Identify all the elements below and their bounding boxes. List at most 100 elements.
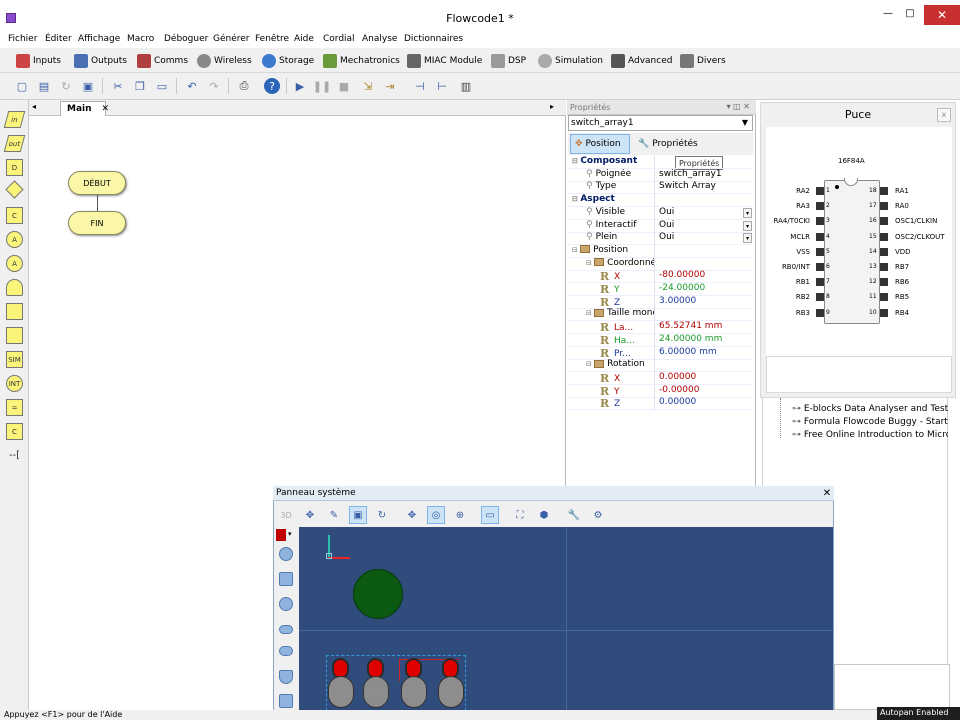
property-value[interactable]: 65.52741 mm (654, 321, 753, 334)
pin[interactable] (816, 202, 824, 211)
decision-icon[interactable] (5, 180, 24, 199)
inputs-button[interactable]: Inputs (16, 51, 61, 70)
color-swatch[interactable] (276, 529, 286, 541)
property-value[interactable]: switch_array1 (654, 168, 753, 181)
minimize-button[interactable]: — (878, 7, 898, 21)
menu-affichage[interactable]: Affichage (78, 34, 120, 44)
pen-icon[interactable]: ✎ (325, 506, 343, 524)
pin[interactable] (816, 293, 824, 302)
3d-toggle-button[interactable]: 3D (277, 506, 295, 524)
paste-icon[interactable]: ▭ (154, 78, 170, 94)
outputs-button[interactable]: Outputs (74, 51, 127, 70)
orbit-icon[interactable]: ◎ (427, 506, 445, 524)
pin[interactable] (816, 232, 824, 241)
sphere-3d-icon[interactable] (279, 547, 293, 561)
pin[interactable] (880, 278, 888, 287)
end-block[interactable]: FIN (68, 211, 126, 235)
switch-2[interactable] (400, 658, 428, 710)
switch-3[interactable] (437, 658, 465, 710)
print-icon[interactable]: ⎙ (236, 78, 252, 94)
storage-button[interactable]: Storage (262, 51, 314, 70)
mechatronics-button[interactable]: Mechatronics (323, 51, 400, 70)
new-file-icon[interactable]: ▢ (14, 78, 30, 94)
help-icon[interactable]: ? (264, 78, 280, 94)
switch-1[interactable] (362, 658, 390, 710)
divers-button[interactable]: Divers (680, 51, 726, 70)
program-chip-icon[interactable]: ▥ (458, 78, 474, 94)
property-value[interactable]: 3.00000 (654, 295, 753, 308)
start-block[interactable]: DÉBUT (68, 171, 126, 195)
property-value[interactable]: -0.00000 (654, 384, 753, 397)
input-icon[interactable]: in (3, 111, 26, 128)
menu-deboguer[interactable]: Déboguer (164, 34, 208, 44)
pin[interactable] (816, 217, 824, 226)
property-row[interactable]: ⊟ Position (568, 244, 753, 258)
save-icon[interactable]: ▣ (80, 78, 96, 94)
pan-icon[interactable]: ✥ (403, 506, 421, 524)
close-button[interactable]: ✕ (924, 5, 960, 25)
property-value[interactable]: Oui ▾ (654, 206, 753, 219)
stop-icon[interactable]: ■ (336, 78, 352, 94)
property-row[interactable]: ⊟ Rotation (568, 359, 753, 373)
pin[interactable] (880, 293, 888, 302)
calculation-icon[interactable]: = (6, 399, 23, 416)
copy-icon[interactable]: ❐ (132, 78, 148, 94)
property-value[interactable]: 0.00000 (654, 397, 753, 410)
property-row[interactable]: ⚲ Interactif Oui ▾ (568, 219, 753, 233)
chevron-down-icon[interactable]: ▾ (743, 207, 752, 218)
wireless-button[interactable]: Wireless (197, 51, 252, 70)
property-value[interactable]: -80.00000 (654, 270, 753, 283)
step-into-icon[interactable]: ⇲ (360, 78, 376, 94)
property-row[interactable]: ⊟ Aspect (568, 194, 753, 208)
pin[interactable] (816, 263, 824, 271)
expander-icon[interactable]: ⊟ (586, 360, 594, 368)
dsp-button[interactable]: DSP (491, 51, 526, 70)
undo-icon[interactable]: ↶ (184, 78, 200, 94)
pin[interactable] (816, 278, 824, 287)
advanced-button[interactable]: Advanced (611, 51, 672, 70)
cone-icon[interactable] (279, 670, 293, 684)
property-value[interactable]: Oui ▾ (654, 219, 753, 232)
list-item-link-2[interactable]: ⊶ Free Online Introduction to Microc (792, 430, 948, 440)
cut-icon[interactable]: ✂ (110, 78, 126, 94)
property-value[interactable]: -24.00000 (654, 283, 753, 295)
settings-icon[interactable]: ⚙ (589, 506, 607, 524)
menu-fichier[interactable]: Fichier (8, 34, 37, 44)
property-row[interactable]: R Ha... 24.00000 mm (568, 333, 753, 347)
property-row[interactable]: R X -80.00000 (568, 270, 753, 284)
property-row[interactable]: R X 0.00000 (568, 371, 753, 385)
property-value[interactable]: 24.00000 mm (654, 333, 753, 346)
redo-icon[interactable]: ↷ (206, 78, 222, 94)
property-row[interactable]: R Z 0.00000 (568, 397, 753, 411)
disc-icon[interactable] (279, 625, 293, 634)
loop-icon[interactable] (6, 327, 23, 344)
property-row[interactable]: ⚲ Plein Oui ▾ (568, 232, 753, 246)
expander-icon[interactable]: ⊟ (586, 259, 594, 267)
rotate-icon[interactable]: ↻ (373, 506, 391, 524)
property-row[interactable]: ⊟ Composant (568, 156, 753, 169)
menu-dictionnaires[interactable]: Dictionnaires (404, 34, 463, 44)
move-icon[interactable]: ✥ (301, 506, 319, 524)
menu-aide[interactable]: Aide (294, 34, 314, 44)
select-icon[interactable]: ▣ (349, 506, 367, 524)
menu-fenetre[interactable]: Fenêtre (255, 34, 289, 44)
tab-close-icon[interactable]: ✕ (102, 104, 110, 114)
pin[interactable] (816, 247, 824, 256)
system-panel-close-icon[interactable]: ✕ (821, 488, 833, 500)
sphere-icon[interactable] (279, 597, 293, 611)
pin[interactable] (880, 187, 888, 195)
connection-a-icon[interactable]: A (6, 231, 23, 248)
pin[interactable] (880, 202, 888, 211)
property-row[interactable]: R Z 3.00000 (568, 295, 753, 309)
maximize-button[interactable]: □ (900, 7, 920, 21)
pin[interactable] (880, 263, 888, 271)
pin[interactable] (880, 232, 888, 241)
chip-in-icon[interactable]: ⊣ (412, 78, 428, 94)
pause-icon[interactable]: ❚❚ (313, 78, 331, 94)
menu-generer[interactable]: Générer (213, 34, 250, 44)
tab-properties[interactable]: 🔧 Propriétés (634, 134, 698, 154)
chevron-down-icon[interactable]: ▼ (738, 116, 752, 130)
component-macro-icon[interactable] (6, 303, 23, 320)
menu-analyse[interactable]: Analyse (362, 34, 397, 44)
chevron-down-icon[interactable]: ▾ (288, 530, 292, 538)
